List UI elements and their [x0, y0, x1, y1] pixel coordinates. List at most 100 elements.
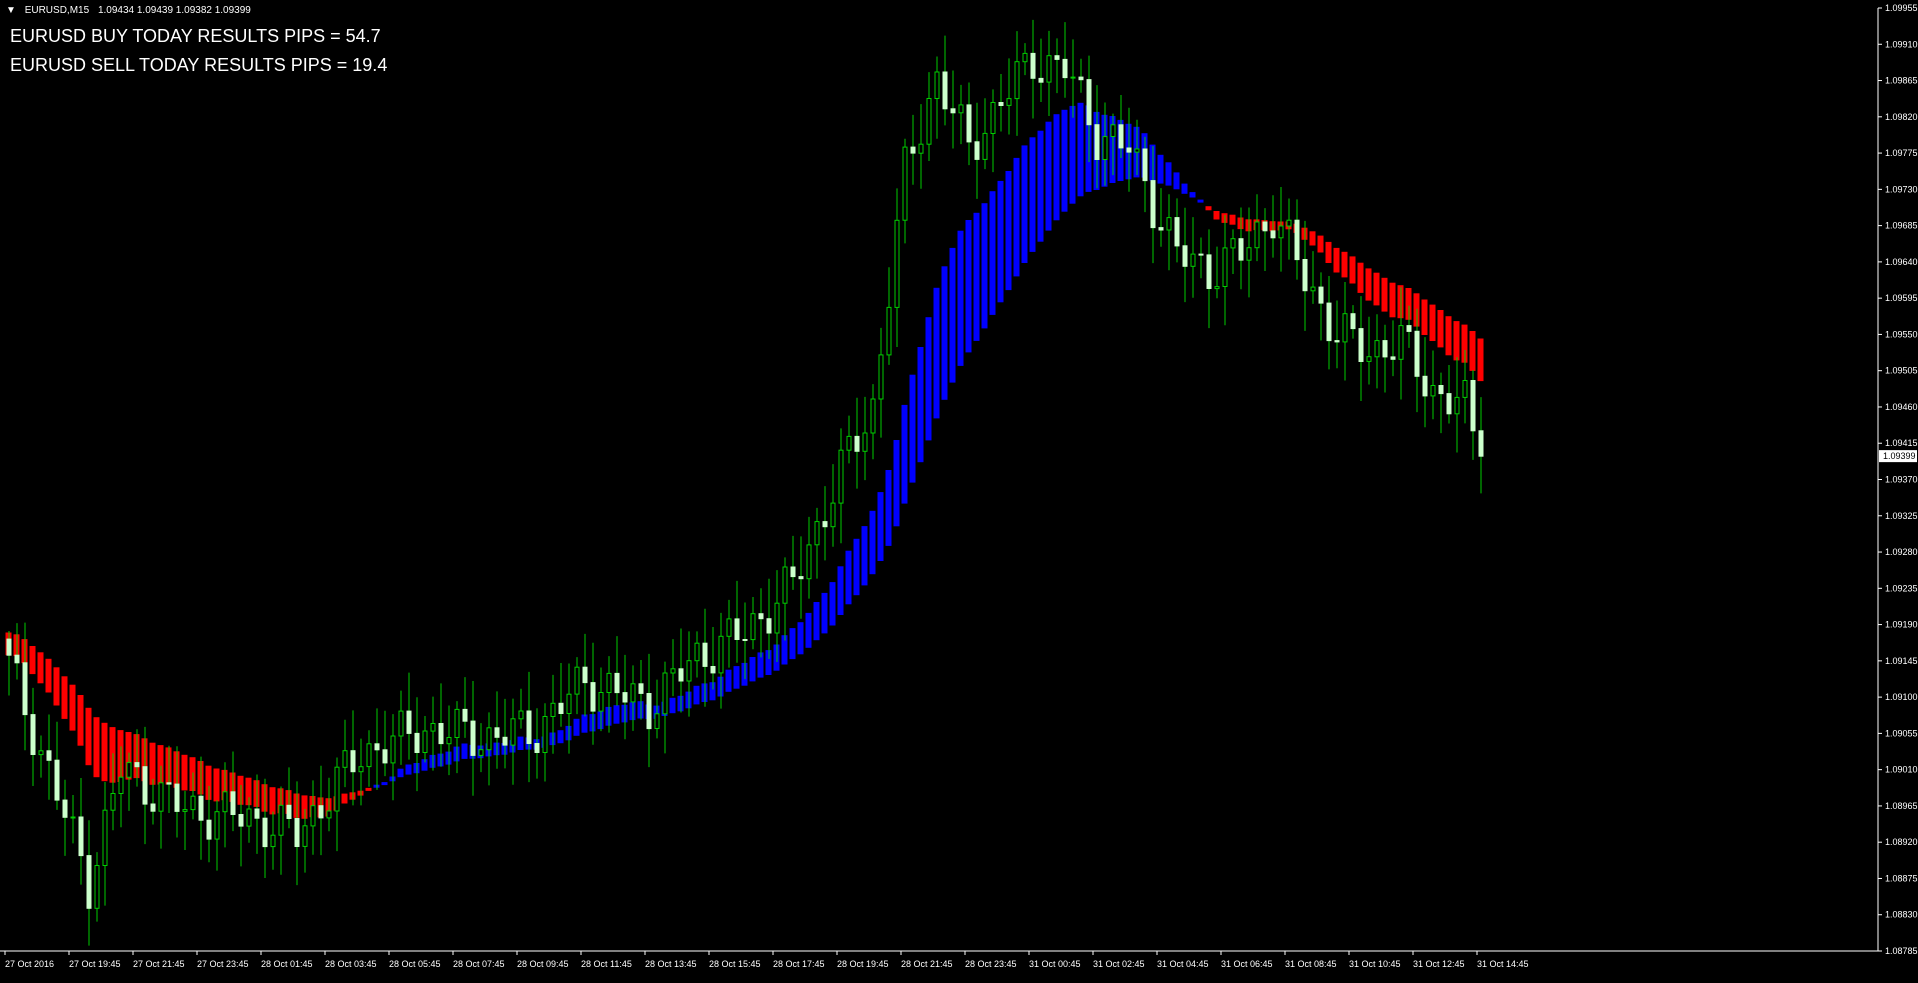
candle-body	[630, 683, 636, 703]
candle-body	[350, 750, 356, 773]
candle-body	[1302, 259, 1308, 292]
ribbon-bar	[813, 602, 820, 641]
candle-body	[1102, 136, 1108, 161]
candle-body	[70, 816, 76, 819]
candle-body	[1014, 61, 1020, 100]
price-tick-label: 1.09235	[1885, 583, 1918, 593]
ribbon-bar	[1157, 154, 1164, 184]
candle-body	[1198, 253, 1204, 256]
candle-body	[1382, 340, 1388, 358]
time-tick-label: 28 Oct 07:45	[453, 959, 505, 969]
candle-body	[262, 817, 268, 848]
candle-body	[1126, 147, 1132, 153]
candle-body	[934, 71, 940, 99]
candle-body	[1134, 148, 1140, 153]
time-tick-label: 27 Oct 19:45	[69, 959, 121, 969]
price-chart[interactable]: 1.09955 1.09910 1.09865 1.09820 1.09775 1.097…	[0, 0, 1918, 978]
candle-body	[694, 642, 700, 662]
ribbon-bar	[797, 622, 804, 655]
candle-body	[670, 668, 676, 674]
price-tick-label: 1.09460	[1885, 402, 1918, 412]
chart-header: ▼ EURUSD,M15 1.09434 1.09439 1.09382 1.0…	[6, 5, 251, 16]
price-tick-label: 1.09865	[1885, 76, 1918, 86]
ribbon-bar	[101, 722, 108, 782]
ribbon-bar	[1469, 331, 1476, 371]
candle-body	[150, 803, 156, 812]
candle-body	[94, 865, 100, 909]
candle-body	[870, 398, 876, 434]
candle-body	[614, 672, 620, 694]
ribbon-bar	[1373, 272, 1380, 306]
ribbon-bar	[893, 440, 900, 527]
time-tick-label: 31 Oct 02:45	[1093, 959, 1145, 969]
ribbon-bar	[821, 592, 828, 634]
ribbon-bar	[77, 695, 84, 746]
time-tick-label: 28 Oct 23:45	[965, 959, 1017, 969]
candle-body	[606, 672, 612, 694]
ribbon-bar	[557, 730, 564, 744]
candle-body	[638, 683, 644, 694]
candle-body	[462, 708, 468, 722]
ribbon-bar	[973, 212, 980, 341]
time-tick-label: 28 Oct 09:45	[517, 959, 569, 969]
ribbon-bar	[949, 247, 956, 383]
chart-area[interactable]: 1.09955 1.09910 1.09865 1.09820 1.09775 1.097…	[0, 0, 1918, 978]
time-tick-label: 28 Oct 03:45	[325, 959, 377, 969]
candle-body	[46, 750, 52, 761]
candle-body	[1358, 328, 1364, 363]
candle-body	[1350, 313, 1356, 330]
candle-body	[86, 855, 92, 909]
ribbon-bar	[789, 628, 796, 660]
candle-body	[102, 809, 108, 867]
candle-body	[846, 435, 852, 451]
ribbon-bar	[805, 612, 812, 648]
candle-body	[454, 708, 460, 739]
candle-body	[1166, 217, 1172, 231]
candle-body	[1054, 55, 1060, 60]
triangle-down-icon[interactable]: ▼	[6, 5, 16, 16]
candle-body	[1182, 245, 1188, 267]
candle-body	[1446, 393, 1452, 415]
candle-body	[726, 618, 732, 637]
candle-body	[1070, 76, 1076, 79]
candle-body	[238, 814, 244, 827]
candle-body	[1038, 77, 1044, 83]
candle-body	[750, 613, 756, 641]
candle-body	[806, 544, 812, 580]
ribbon-bar	[1357, 262, 1364, 293]
candle-body	[1310, 286, 1316, 292]
ribbon-bar	[1197, 199, 1204, 203]
candle-body	[38, 750, 44, 756]
candle-body	[910, 146, 916, 154]
price-tick-label: 1.09055	[1885, 728, 1918, 738]
time-tick-label: 28 Oct 21:45	[901, 959, 953, 969]
ribbon-bar	[213, 768, 220, 802]
ribbon-bar	[1333, 247, 1340, 273]
candle-body	[526, 710, 532, 744]
ribbon-bar	[1029, 137, 1036, 252]
ribbon-bar	[1341, 251, 1348, 278]
candle-body	[1406, 325, 1412, 332]
candle-body	[54, 759, 60, 801]
candle-body	[1206, 254, 1212, 289]
candle-body	[1222, 247, 1228, 287]
price-tick-label: 1.09550	[1885, 329, 1918, 339]
candle-body	[974, 141, 980, 160]
candle-body	[286, 804, 292, 819]
candle-body	[470, 720, 476, 756]
ribbon-bar	[925, 317, 932, 441]
ribbon-bar	[53, 667, 60, 706]
time-tick-label: 31 Oct 10:45	[1349, 959, 1401, 969]
ribbon-bar	[1381, 277, 1388, 312]
candle-body	[558, 702, 564, 714]
ribbon-bar	[397, 768, 404, 778]
ribbon-bar	[365, 787, 372, 791]
candle-body	[1366, 356, 1372, 362]
candle-body	[246, 808, 252, 827]
time-tick-label: 28 Oct 19:45	[837, 959, 889, 969]
candle-body	[862, 432, 868, 452]
candle-body	[550, 702, 556, 717]
ribbon-bar	[1429, 304, 1436, 341]
candle-body	[886, 306, 892, 356]
ribbon-bar	[1021, 145, 1028, 263]
